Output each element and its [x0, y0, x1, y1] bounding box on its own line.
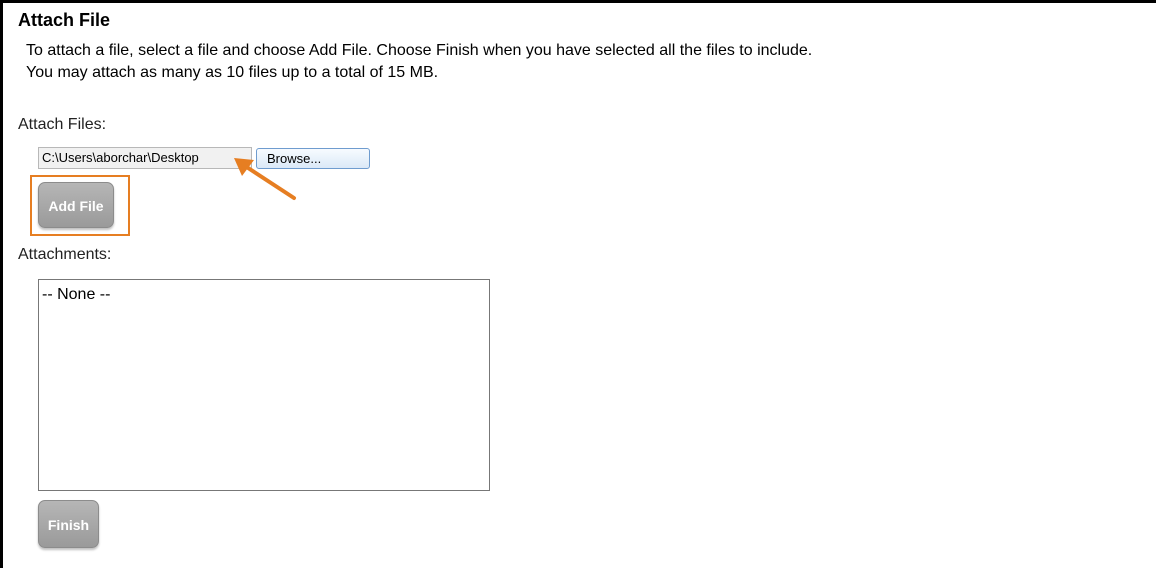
arrow-icon: [234, 158, 296, 200]
attachments-label: Attachments:: [18, 246, 112, 263]
add-file-button[interactable]: Add File: [38, 182, 114, 228]
instructions: To attach a file, select a file and choo…: [26, 40, 812, 84]
list-item[interactable]: -- None --: [42, 286, 486, 304]
page-title: Attach File: [18, 10, 111, 30]
attachments-listbox[interactable]: -- None --: [38, 279, 490, 491]
file-path-field[interactable]: C:\Users\aborchar\Desktop: [38, 147, 252, 169]
attach-files-label: Attach Files:: [18, 116, 107, 133]
instructions-line-2: You may attach as many as 10 files up to…: [26, 64, 439, 81]
finish-button[interactable]: Finish: [38, 500, 99, 548]
instructions-line-1: To attach a file, select a file and choo…: [26, 42, 813, 59]
